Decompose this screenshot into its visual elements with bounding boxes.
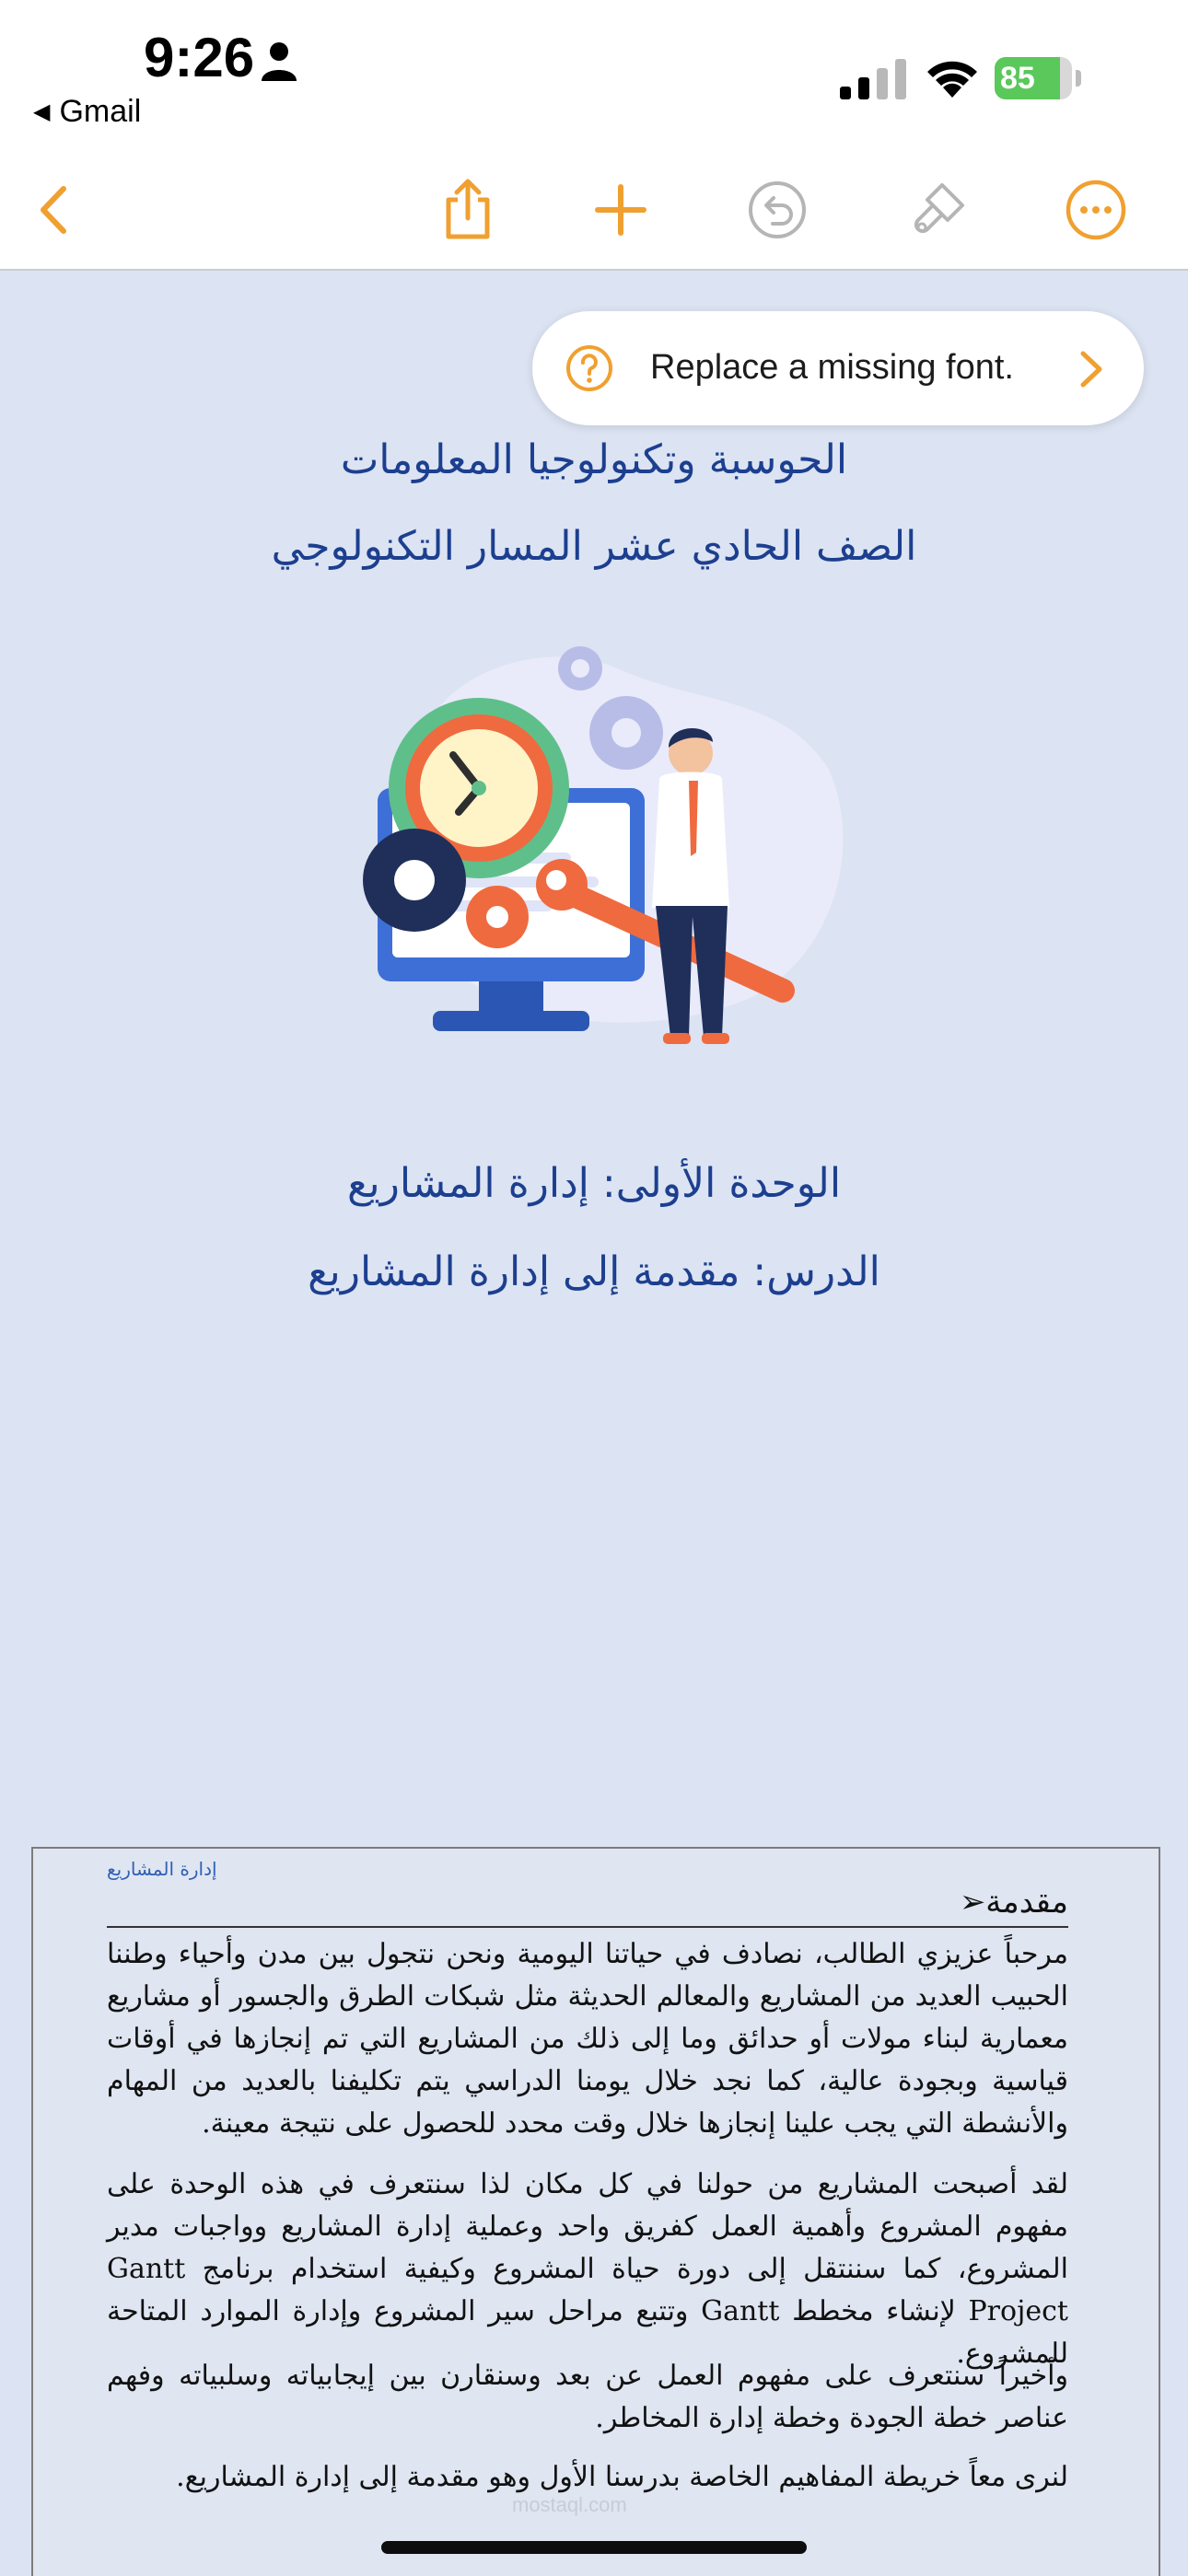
chevron-right-icon xyxy=(1080,351,1102,388)
heading-divider xyxy=(107,1926,1068,1928)
wifi-icon xyxy=(927,61,977,98)
undo-button[interactable] xyxy=(742,175,812,245)
battery-percent: 85 xyxy=(1000,61,1035,96)
share-icon xyxy=(446,179,490,239)
question-mark-icon xyxy=(566,345,612,391)
watermark-text: mostaql.com xyxy=(512,2493,627,2516)
section-heading: مقدمة➢ xyxy=(959,1884,1068,1920)
cover-grade-title: الصف الحادي عشر المسار التكنولوجي xyxy=(271,523,917,570)
lesson-title: الدرس: مقدمة إلى إدارة المشاريع xyxy=(308,1248,880,1295)
cover-subject-title: الحوسبة وتكنولوجيا المعلومات xyxy=(340,436,848,483)
more-icon xyxy=(1066,180,1126,240)
add-button[interactable] xyxy=(586,175,656,245)
back-button[interactable] xyxy=(20,175,90,245)
status-time: 9:26 xyxy=(144,27,255,88)
paragraph-unit-overview: لقد أصبحت المشاريع من حولنا في كل مكان ل… xyxy=(107,2168,1068,2370)
document-toolbar xyxy=(0,147,1188,271)
battery-indicator: 85 xyxy=(995,57,1083,101)
status-bar: 9:26 ◀ Gmail 85 xyxy=(0,0,1188,147)
back-chevron-icon xyxy=(41,186,66,234)
document-text-page[interactable]: إدارة المشاريع مقدمة➢ مرحباً عزيزي الطال… xyxy=(31,1847,1160,2576)
format-brush-button[interactable] xyxy=(903,175,973,245)
back-to-app-link[interactable]: ◀ Gmail xyxy=(33,94,141,130)
add-icon xyxy=(595,184,646,236)
back-app-label: Gmail xyxy=(59,94,142,129)
missing-font-banner[interactable]: Replace a missing font. xyxy=(532,311,1144,425)
more-button[interactable] xyxy=(1061,175,1131,245)
back-triangle-icon: ◀ xyxy=(33,99,51,124)
page-header-note: إدارة المشاريع xyxy=(107,1858,217,1880)
cellular-signal-icon xyxy=(840,59,906,99)
format-brush-icon xyxy=(914,183,964,234)
missing-font-message: Replace a missing font. xyxy=(650,348,1014,387)
share-button[interactable] xyxy=(433,175,503,245)
project-management-illustration xyxy=(363,646,844,1044)
person-icon xyxy=(262,42,297,81)
unit-title: الوحدة الأولى: إدارة المشاريع xyxy=(346,1160,842,1207)
home-indicator[interactable] xyxy=(381,2541,807,2554)
paragraph-intro: مرحباً عزيزي الطالب، نصادف في حياتنا الي… xyxy=(107,1938,1068,2140)
undo-icon xyxy=(749,181,806,238)
paragraph-remote-work: وأخيراً سنتعرف على مفهوم العمل عن بعد وس… xyxy=(107,2360,1068,2434)
